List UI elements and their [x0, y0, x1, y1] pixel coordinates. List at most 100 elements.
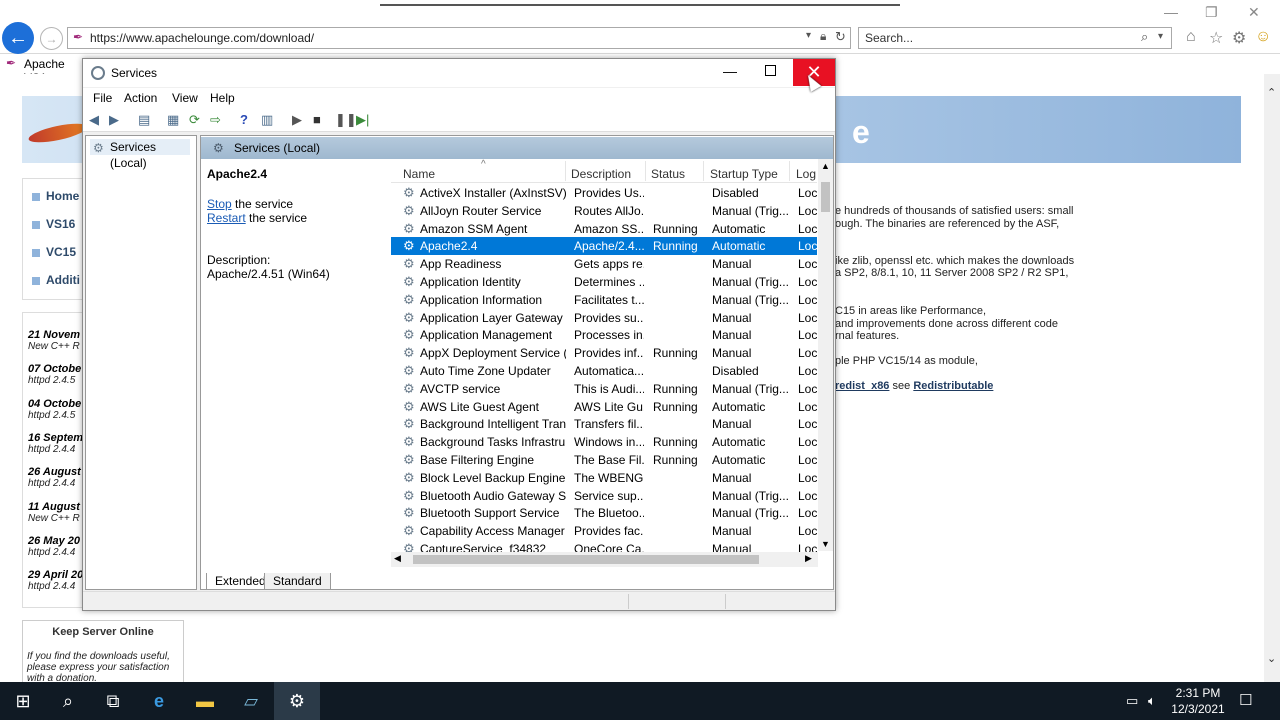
volume-muted-icon[interactable]: 🔈︎	[1148, 693, 1156, 709]
nav-item-vc15[interactable]: VC15	[31, 245, 76, 259]
search-box[interactable]: Search... ⌕ ▾	[858, 27, 1172, 49]
properties-icon[interactable]: ▦	[167, 112, 179, 128]
restart-icon[interactable]: ▶|	[356, 112, 369, 128]
scroll-right-icon[interactable]: ▶	[805, 553, 812, 564]
smiley-feedback-icon[interactable]: ☺	[1255, 28, 1271, 46]
restart-link[interactable]: Restart	[207, 211, 246, 225]
windows-start-icon[interactable]: ⊞	[10, 688, 36, 714]
task-view-icon[interactable]: ⧉	[100, 688, 126, 714]
table-row[interactable]: ⚙ App Readiness Gets apps re... Manual Loc	[391, 255, 817, 273]
table-row[interactable]: ⚙ Bluetooth Support Service The Bluetoo...…	[391, 504, 817, 522]
menu-help[interactable]: Help	[210, 91, 235, 105]
cell-desc: Apache/2.4....	[574, 239, 644, 254]
home-icon[interactable]: ⌂	[1186, 28, 1196, 46]
address-bar[interactable]: ✒ https://www.apachelounge.com/download/…	[67, 27, 851, 49]
search-input[interactable]: Search...	[865, 31, 913, 45]
table-row[interactable]: ⚙ Application Layer Gateway ... Provides s…	[391, 309, 817, 327]
col-name[interactable]: Name	[403, 167, 435, 181]
gear-icon[interactable]: ⚙	[1232, 28, 1246, 48]
table-row[interactable]: ⚙ Auto Time Zone Updater Automatica... Disa…	[391, 362, 817, 380]
scroll-thumb[interactable]	[821, 182, 830, 212]
service-gear-icon: ⚙	[403, 256, 415, 272]
table-row[interactable]: ⚙ Apache2.4 Apache/2.4.... Running Automatic…	[391, 237, 817, 256]
table-row[interactable]: ⚙ ActiveX Installer (AxInstSV) Provides Us…	[391, 184, 817, 202]
close-icon[interactable]: ✕	[1248, 4, 1260, 21]
minimize-icon[interactable]: —	[1164, 4, 1178, 20]
table-row[interactable]: ⚙ Capability Access Manager ... Provides f…	[391, 522, 817, 540]
lock-icon[interactable]: 🔒︎	[820, 29, 826, 44]
table-row[interactable]: ⚙ Bluetooth Audio Gateway S... Service sup…	[391, 487, 817, 505]
search-icon[interactable]: ⌕	[1141, 29, 1148, 45]
table-row[interactable]: ⚙ AppX Deployment Service (... Provides in…	[391, 344, 817, 362]
tab-standard[interactable]: Standard	[264, 573, 331, 590]
file-explorer-icon[interactable]: ▬	[192, 688, 218, 714]
redistributable-link[interactable]: Redistributable	[913, 380, 993, 392]
redist-x86-link[interactable]: redist_x86	[835, 380, 889, 392]
play-icon[interactable]: ▶	[292, 112, 302, 128]
pause-icon[interactable]: ❚❚	[335, 112, 357, 128]
col-status[interactable]: Status	[651, 167, 685, 181]
table-row[interactable]: ⚙ Application Identity Determines ... Manua…	[391, 273, 817, 291]
stop-link[interactable]: Stop	[207, 197, 232, 211]
maximize-button[interactable]	[765, 65, 776, 76]
favorites-star-icon[interactable]: ☆	[1209, 28, 1223, 48]
col-description[interactable]: Description	[571, 167, 631, 181]
table-row[interactable]: ⚙ Base Filtering Engine The Base Fil... Run…	[391, 451, 817, 469]
stop-icon[interactable]: ■	[313, 112, 321, 127]
menu-file[interactable]: File	[93, 91, 112, 105]
chevron-up-icon[interactable]: ⌃	[1267, 86, 1276, 99]
search-icon[interactable]: ⌕	[55, 688, 81, 714]
dropdown-icon[interactable]: ▾	[806, 30, 811, 41]
notepad-icon[interactable]: ▱	[238, 688, 264, 714]
table-row[interactable]: ⚙ Application Management Processes in... Ma…	[391, 326, 817, 344]
services-titlebar[interactable]: Services — ✕	[83, 59, 835, 87]
nav-item-home[interactable]: Home	[31, 189, 79, 203]
news-sub: httpd 2.4.4	[28, 547, 76, 558]
scroll-left-icon[interactable]: ◀	[394, 553, 401, 564]
show-hide-icon[interactable]: ▥	[261, 112, 273, 128]
console-tree-icon[interactable]: ▤	[138, 112, 150, 128]
nav-item-vs16[interactable]: VS16	[31, 217, 75, 231]
menu-action[interactable]: Action	[124, 91, 157, 105]
page-scrollbar[interactable]: ⌃ ⌄	[1264, 74, 1280, 682]
clock-date[interactable]: 12/3/2021	[1170, 702, 1226, 716]
table-row[interactable]: ⚙ Application Information Facilitates t...…	[391, 291, 817, 309]
minimize-button[interactable]: —	[723, 63, 737, 79]
services-taskbar-button[interactable]: ⚙	[274, 682, 320, 720]
notifications-icon[interactable]: ☐	[1239, 691, 1252, 709]
back-button[interactable]: ←	[2, 22, 34, 54]
table-row[interactable]: ⚙ Background Tasks Infrastru... Windows in…	[391, 433, 817, 451]
refresh-icon[interactable]: ↻	[835, 29, 846, 45]
restore-icon[interactable]: ❐	[1205, 4, 1218, 21]
help-icon[interactable]: ?	[240, 112, 248, 127]
search-dropdown-icon[interactable]: ▾	[1158, 31, 1163, 42]
table-row[interactable]: ⚙ AWS Lite Guest Agent AWS Lite Gu... Runni…	[391, 398, 817, 416]
export-list-icon[interactable]: ⇨	[210, 112, 221, 128]
menu-view[interactable]: View	[172, 91, 198, 105]
table-row[interactable]: ⚙ Block Level Backup Engine ... The WBENG.…	[391, 469, 817, 487]
chevron-down-icon[interactable]: ⌄	[1267, 652, 1276, 665]
table-row[interactable]: ⚙ AVCTP service This is Audi... Running Manu…	[391, 380, 817, 398]
tree-item-services-local[interactable]: ⚙ Services (Local)	[90, 139, 190, 170]
clock-time[interactable]: 2:31 PM	[1170, 686, 1226, 700]
scroll-up-icon[interactable]: ▲	[821, 161, 830, 171]
internet-explorer-icon[interactable]: e	[146, 688, 172, 714]
table-row[interactable]: ⚙ AllJoyn Router Service Routes AllJo... Ma…	[391, 202, 817, 220]
back-arrow-icon[interactable]: ◀	[89, 112, 99, 128]
services-list: ^ Name Description Status Startup Type L…	[391, 159, 833, 567]
table-row[interactable]: ⚙ Amazon SSM Agent Amazon SS... Running Auto…	[391, 220, 817, 238]
scroll-down-icon[interactable]: ▼	[821, 539, 830, 549]
refresh-icon[interactable]: ⟳	[189, 112, 200, 128]
vertical-scrollbar[interactable]: ▲ ▼	[818, 159, 833, 551]
network-icon[interactable]: ▭	[1126, 693, 1138, 709]
browser-tab[interactable]: ✒ Apache VS1	[0, 54, 82, 85]
forward-arrow-icon[interactable]: ▶	[109, 112, 119, 128]
horizontal-scrollbar[interactable]: ◀ ▶	[391, 552, 818, 567]
col-log-on-as[interactable]: Log	[796, 167, 816, 181]
table-row[interactable]: ⚙ Background Intelligent Tran... Transfers…	[391, 415, 817, 433]
nav-item-additional[interactable]: Additi	[32, 273, 80, 287]
col-startup-type[interactable]: Startup Type	[710, 167, 778, 181]
window-drag-area[interactable]	[380, 0, 900, 6]
forward-button[interactable]: →	[40, 27, 63, 50]
scroll-thumb[interactable]	[413, 555, 759, 564]
